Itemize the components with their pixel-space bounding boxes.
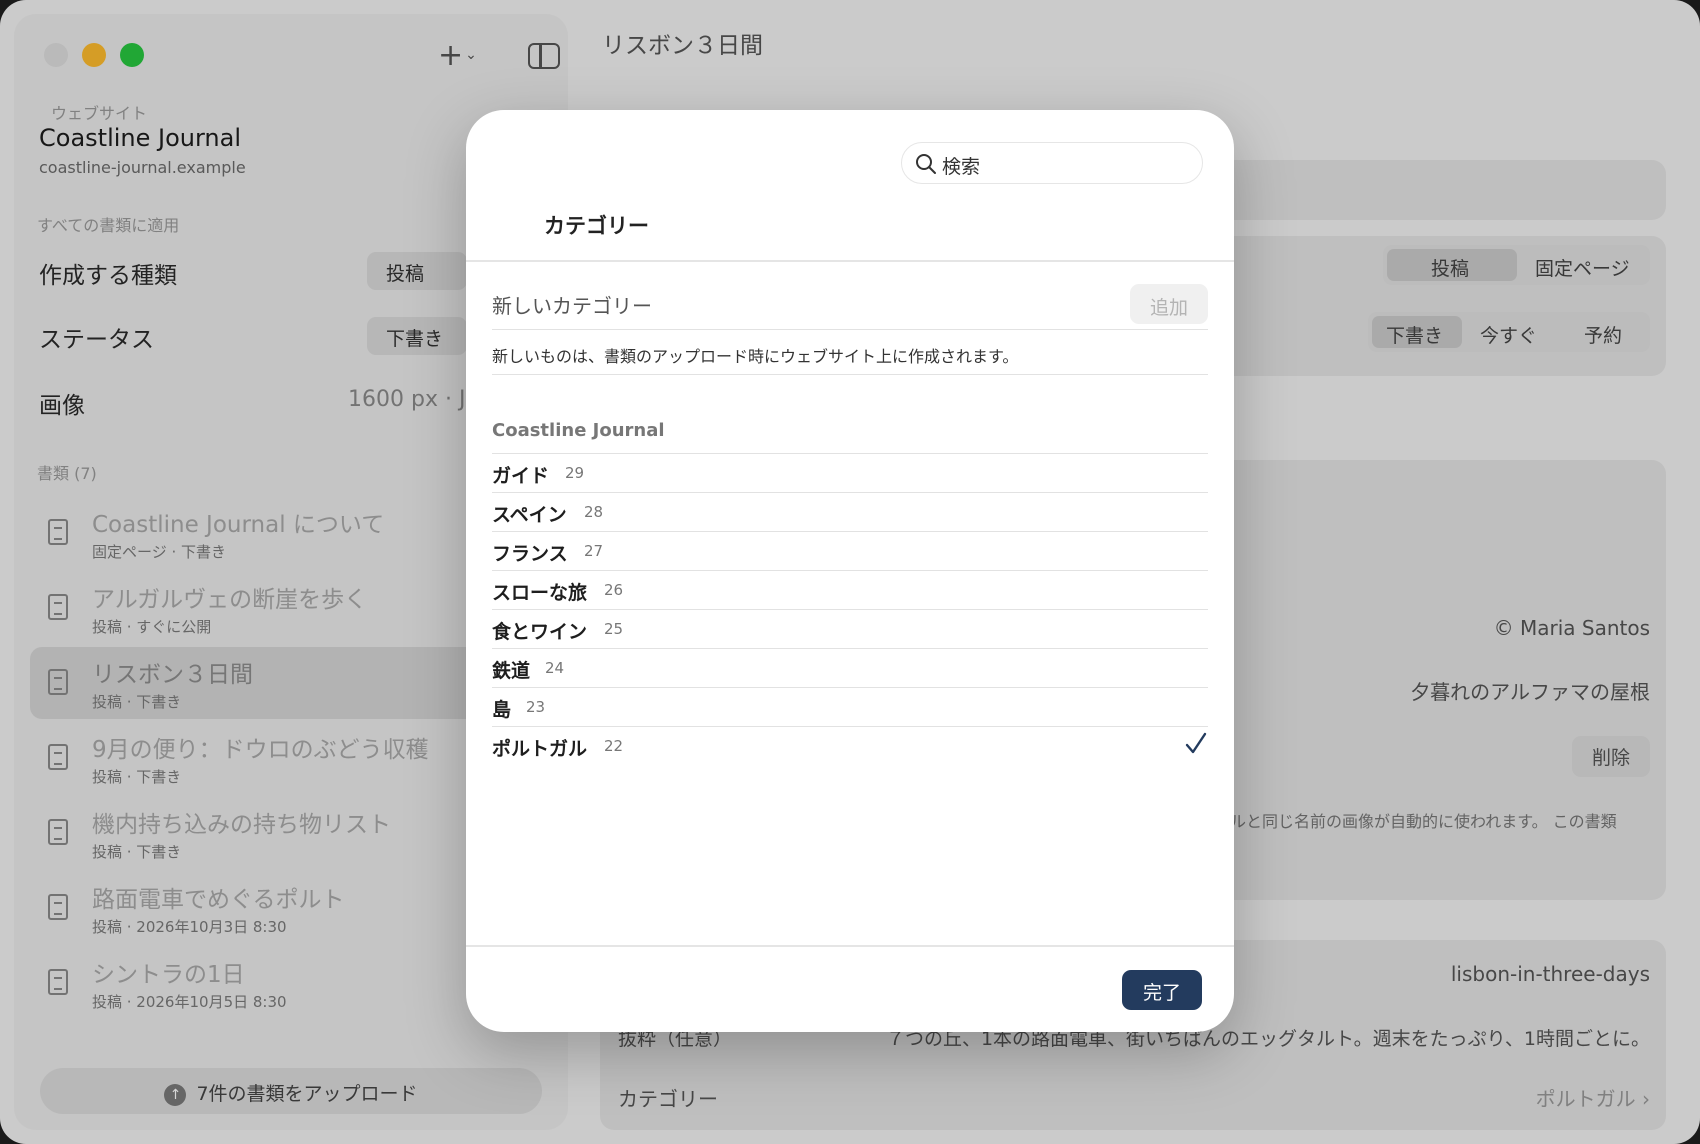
category-picker-sheet: 検索 カテゴリー 新しいカテゴリー 追加 新しいものは、書類のアップロード時にウ… — [466, 110, 1234, 1032]
new-category-note: 新しいものは、書類のアップロード時にウェブサイト上に作成されます。 — [492, 347, 1019, 366]
category-name: フランス — [492, 543, 568, 565]
done-button[interactable]: 完了 — [1122, 970, 1202, 1010]
category-count: 22 — [604, 737, 624, 755]
category-name: 鉄道 — [492, 660, 531, 682]
category-name: 島 — [492, 699, 512, 721]
category-row[interactable]: フランス 27 — [492, 532, 1208, 571]
header-divider — [466, 260, 1234, 262]
category-name: ガイド — [492, 465, 550, 487]
site-group-header: Coastline Journal — [492, 420, 665, 441]
footer-divider — [466, 945, 1234, 947]
category-row[interactable]: ガイド 29 — [492, 454, 1208, 493]
search-placeholder: 検索 — [942, 156, 981, 178]
category-count: 29 — [565, 464, 585, 482]
category-row[interactable]: 島 23 — [492, 688, 1208, 727]
checkmark-icon — [1185, 732, 1207, 754]
sheet-title: カテゴリー — [544, 214, 649, 238]
category-row[interactable]: スローな旅 26 — [492, 571, 1208, 610]
category-count: 26 — [604, 581, 624, 599]
category-count: 28 — [584, 503, 604, 521]
category-row-selected[interactable]: ポルトガル 22 — [492, 727, 1208, 766]
category-name: ポルトガル — [492, 738, 588, 760]
category-row[interactable]: 食とワイン 25 — [492, 610, 1208, 649]
search-field[interactable]: 検索 — [901, 142, 1203, 184]
category-count: 27 — [584, 542, 604, 560]
divider — [492, 374, 1208, 375]
category-row[interactable]: スペイン 28 — [492, 493, 1208, 532]
divider — [492, 329, 1208, 330]
new-category-input[interactable]: 新しいカテゴリー — [492, 290, 652, 319]
category-name: スローな旅 — [492, 582, 588, 604]
add-category-button[interactable]: 追加 — [1130, 284, 1208, 324]
category-name: スペイン — [492, 504, 567, 526]
category-row[interactable]: 鉄道 24 — [492, 649, 1208, 688]
category-count: 25 — [604, 620, 624, 638]
category-count: 23 — [526, 698, 546, 716]
category-name: 食とワイン — [492, 621, 588, 643]
search-icon — [916, 154, 936, 174]
category-count: 24 — [545, 659, 565, 677]
app-window: + ⌄ ウェブサイト Coastline Journal coastline-jo… — [0, 0, 1700, 1144]
